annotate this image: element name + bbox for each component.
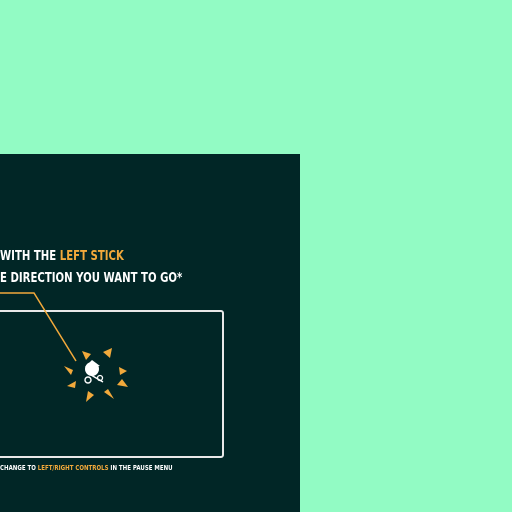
pause-menu-footnote: CHANGE TO LEFT/RIGHT CONTROLS IN THE PAU… (0, 464, 173, 472)
footnote-prefix: CHANGE TO (0, 464, 38, 472)
footnote-controls-highlight: LEFT/RIGHT CONTROLS (37, 464, 109, 472)
instruction-line-1: WITH THE LEFT STICK (0, 249, 124, 264)
tutorial-panel: WITH THE LEFT STICK E DIRECTION YOU WANT… (0, 154, 300, 512)
instruction-line-1-prefix: WITH THE (0, 249, 60, 264)
player-character-icon (84, 360, 104, 384)
page: WITH THE LEFT STICK E DIRECTION YOU WANT… (0, 0, 512, 512)
callout-line (0, 292, 77, 362)
movement-diagram (0, 292, 128, 402)
footnote-suffix: IN THE PAUSE MENU (108, 464, 173, 472)
left-stick-highlight: LEFT STICK (59, 249, 124, 264)
